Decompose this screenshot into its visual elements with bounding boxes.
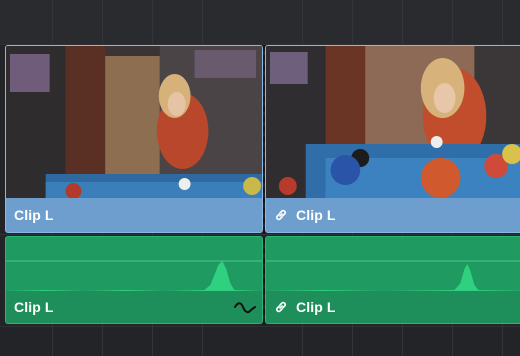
audio-label-bar: Clip L	[266, 291, 520, 323]
clip-name: Clip L	[296, 299, 336, 315]
edit-point-line[interactable]	[263, 45, 265, 325]
clip-name: Clip L	[296, 207, 336, 223]
link-icon	[276, 209, 286, 221]
timeline-top-track	[0, 0, 520, 44]
video-clip-right[interactable]: Clip L	[265, 45, 520, 233]
clip-name: Clip L	[14, 299, 54, 315]
audio-clip-left[interactable]: Clip L	[5, 236, 263, 324]
timeline-panel: Clip L Clip L Clip L Clip L	[0, 0, 520, 356]
audio-clip-right[interactable]: Clip L	[265, 236, 520, 324]
fade-curve-icon[interactable]	[234, 301, 256, 317]
clip-label-bar: Clip L	[6, 198, 262, 232]
clip-thumbnail	[6, 46, 262, 198]
audio-waveform	[6, 237, 262, 293]
clip-label-bar: Clip L	[266, 198, 520, 232]
video-clip-left[interactable]: Clip L	[5, 45, 263, 233]
clip-thumbnail	[266, 46, 520, 198]
link-icon	[276, 301, 286, 313]
track-divider	[0, 234, 520, 235]
track-divider	[0, 326, 520, 327]
clip-name: Clip L	[14, 207, 54, 223]
audio-label-bar: Clip L	[6, 291, 262, 323]
audio-waveform	[266, 237, 520, 293]
